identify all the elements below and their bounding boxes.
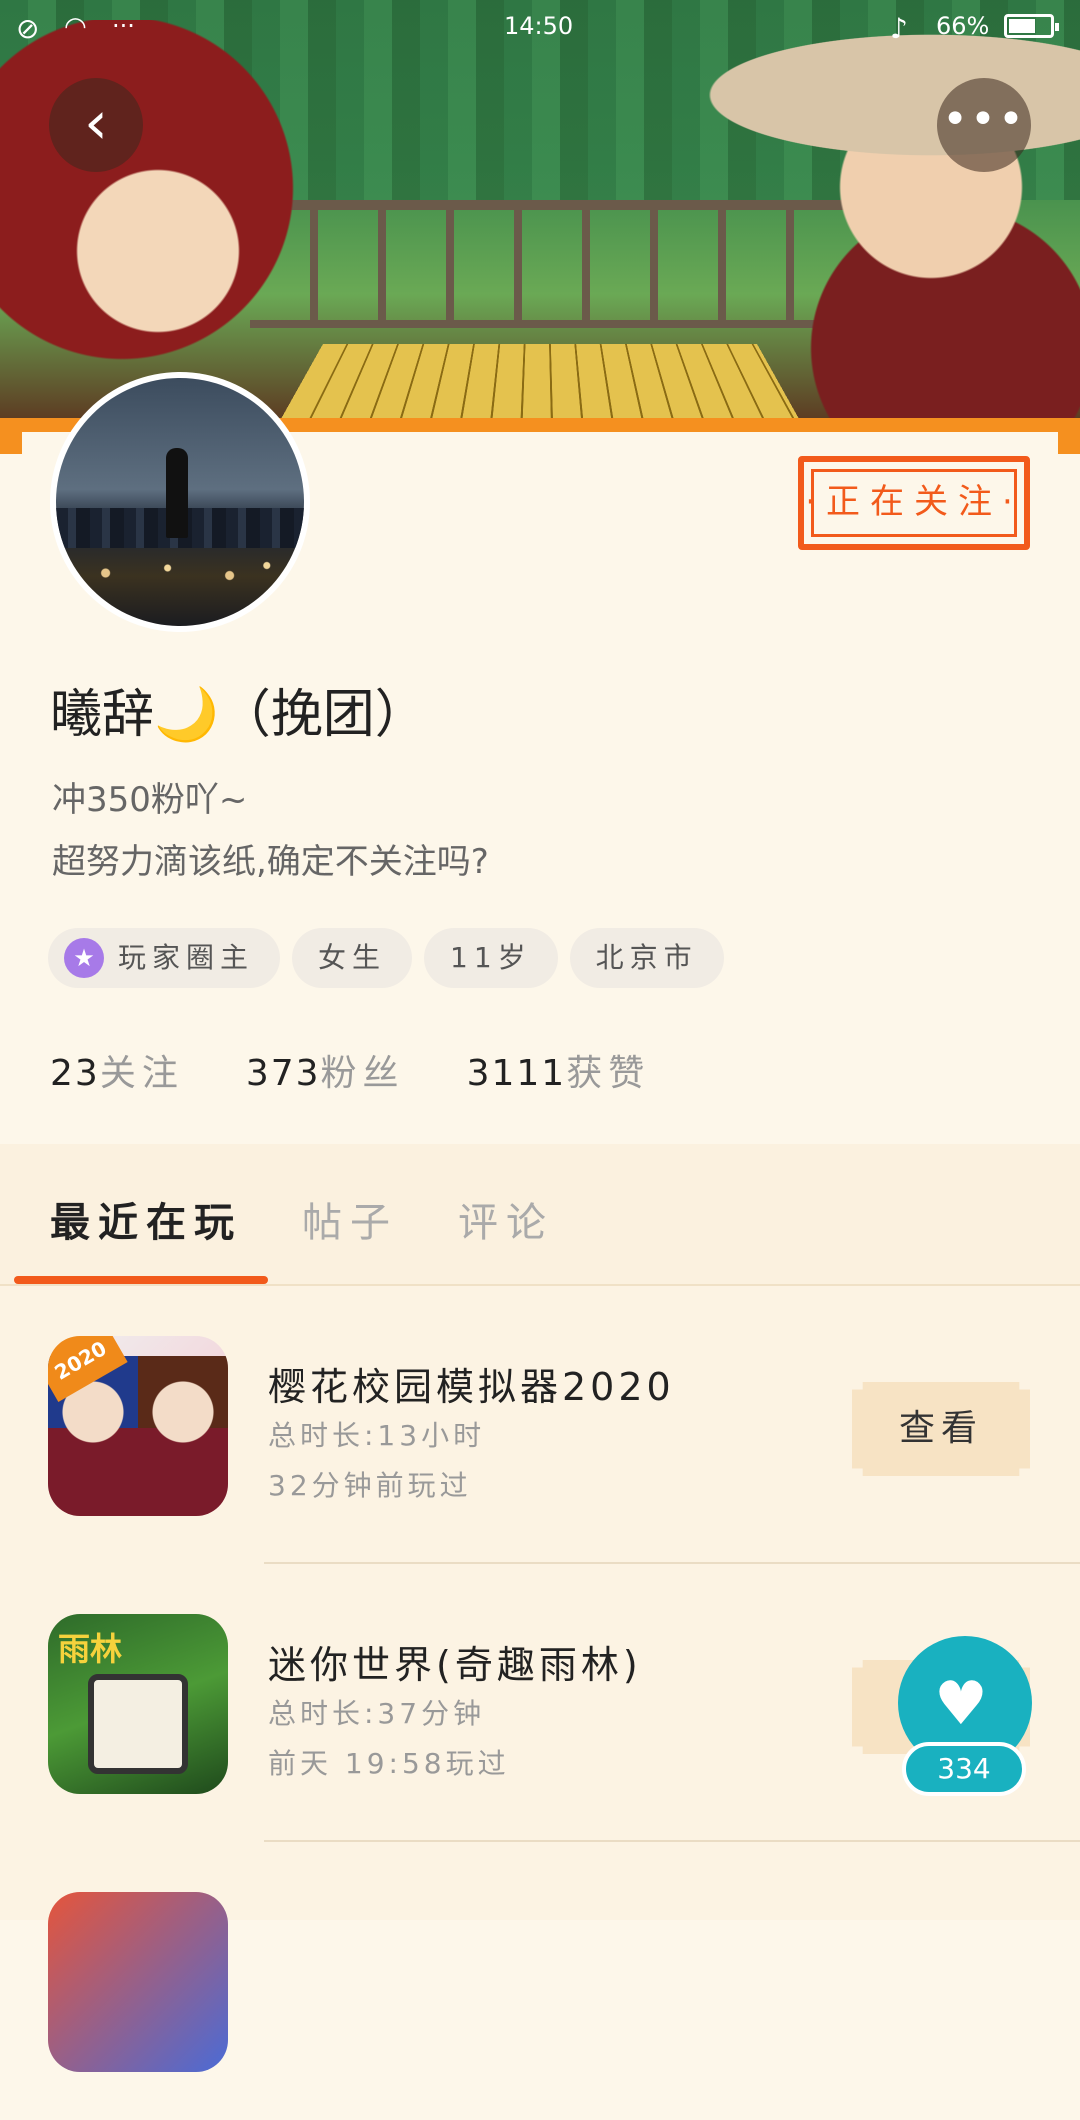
- tag-circle-owner[interactable]: ★ 玩家圈主: [48, 928, 281, 988]
- chevron-left-icon: ‹: [84, 88, 108, 158]
- tab-posts[interactable]: 帖子: [302, 1190, 398, 1248]
- stat-fans[interactable]: 373粉丝: [246, 1044, 405, 1096]
- status-time: 14:50: [504, 12, 574, 40]
- game-icon[interactable]: 雨林: [48, 1614, 228, 1794]
- stat-likes: 3111获赞: [467, 1044, 651, 1096]
- list-item-partial[interactable]: [0, 1842, 1080, 2120]
- heart-icon: ♥: [934, 1669, 988, 1739]
- profile-banner: [0, 0, 1080, 420]
- tab-comments[interactable]: 评论: [458, 1190, 554, 1248]
- view-button[interactable]: 查看: [852, 1382, 1030, 1476]
- tab-recently-played[interactable]: 最近在玩: [50, 1190, 242, 1248]
- star-badge-icon: ★: [64, 938, 104, 978]
- following-button[interactable]: ·正在关注·: [798, 456, 1030, 550]
- game-icon[interactable]: 2020: [48, 1336, 228, 1516]
- profile-stats: 23关注 373粉丝 3111获赞: [50, 1044, 650, 1096]
- stat-number: 3111: [466, 1053, 567, 1094]
- stat-following[interactable]: 23关注: [50, 1044, 184, 1096]
- battery-text: 66%: [936, 12, 990, 40]
- tag-location: 北京市: [569, 928, 724, 988]
- game-title: 樱花校园模拟器2020: [268, 1365, 675, 1409]
- dnd-icon: ⊘: [16, 12, 40, 45]
- wifi-icon: ◠: [64, 12, 87, 42]
- battery-fill: [1009, 19, 1035, 33]
- game-icon[interactable]: [48, 1892, 228, 2072]
- more-button[interactable]: •••: [937, 78, 1031, 172]
- game-badge: 雨林: [58, 1630, 123, 1668]
- mute-bell-icon: ♪: [890, 12, 908, 45]
- list-item[interactable]: 2020 樱花校园模拟器2020 总时长:13小时 32分钟前玩过 查看: [0, 1286, 1080, 1564]
- stat-number: 23: [50, 1053, 100, 1094]
- bio-line-2: 超努力滴该纸,确定不关注吗?: [52, 842, 489, 882]
- banner-character-left: [0, 20, 320, 420]
- stat-number: 373: [245, 1053, 321, 1094]
- game-duration: 总时长:37分钟: [268, 1697, 486, 1730]
- game-duration: 总时长:13小时: [268, 1419, 486, 1452]
- stat-label: 获赞: [566, 1053, 651, 1094]
- content-tabs: 最近在玩 帖子 评论: [0, 1144, 1080, 1286]
- avatar[interactable]: [50, 372, 310, 632]
- status-bar: ⊘ ◠ ··· 14:50 ♪ 66%: [0, 0, 1080, 54]
- tag-age: 11岁: [424, 928, 558, 988]
- like-count: 334: [902, 1742, 1026, 1796]
- stat-label: 粉丝: [320, 1053, 405, 1094]
- game-last-played: 前天 19:58玩过: [268, 1747, 510, 1780]
- banner-character-right: [700, 0, 1080, 420]
- more-dots-icon: •••: [942, 94, 1026, 145]
- tag-label: 玩家圈主: [118, 941, 255, 974]
- game-list: 2020 樱花校园模拟器2020 总时长:13小时 32分钟前玩过 查看 雨林 …: [0, 1286, 1080, 2072]
- tab-indicator: [14, 1276, 268, 1284]
- username: 曦辞🌙（挽团）: [50, 685, 427, 745]
- bio-line-1: 冲350粉吖~: [52, 780, 248, 820]
- avatar-image: [56, 378, 304, 626]
- battery-icon: [1004, 14, 1059, 38]
- profile-tags: ★ 玩家圈主 女生 11岁 北京市: [48, 928, 724, 988]
- stat-label: 关注: [99, 1053, 184, 1094]
- game-last-played: 32分钟前玩过: [268, 1469, 472, 1502]
- back-button[interactable]: ‹: [49, 78, 143, 172]
- tag-gender: 女生: [292, 928, 413, 988]
- status-dots: ···: [112, 12, 135, 40]
- game-title: 迷你世界(奇趣雨林): [268, 1643, 642, 1687]
